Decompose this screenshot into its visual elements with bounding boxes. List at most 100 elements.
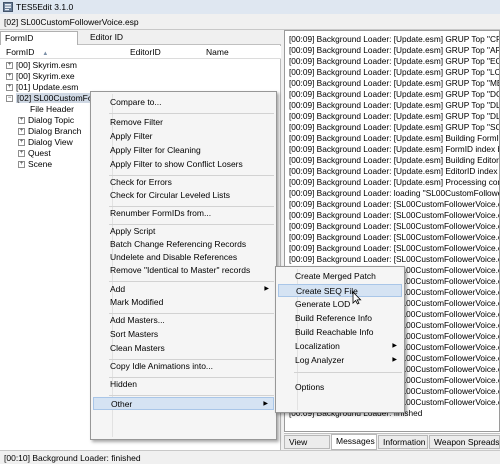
title-bar: TES5Edit 3.1.0 (0, 0, 500, 14)
menu-log-analyzer-label: Log Analyzer (295, 355, 345, 365)
tree-item-dialog-branch[interactable]: + Dialog Branch (18, 126, 81, 137)
expand-icon[interactable]: + (18, 128, 25, 136)
log-line: [00:09] Background Loader: [SL00CustomFo… (289, 210, 500, 220)
menu-hidden[interactable]: Hidden (93, 378, 274, 391)
log-line: [00:09] Background Loader: [SL00CustomFo… (289, 254, 500, 264)
tab-information[interactable]: Information (378, 435, 428, 449)
menu-options[interactable]: Options (278, 381, 402, 394)
tree-item-label: [00] Skyrim.exe (16, 71, 75, 81)
expand-icon[interactable]: + (18, 139, 25, 147)
menu-check-circular-leveled-lists[interactable]: Check for Circular Leveled Lists (93, 189, 274, 202)
current-file-label: [02] SL00CustomFollowerVoice.esp (4, 16, 139, 27)
log-line: [00:09] Background Loader: [SL00CustomFo… (289, 232, 500, 242)
context-menu: Compare to... Remove Filter Apply Filter… (90, 91, 277, 440)
tree-item-label: Scene (28, 159, 53, 169)
menu-build-reachable-info[interactable]: Build Reachable Info (278, 326, 402, 339)
log-line: [00:09] Background Loader: [Update.esm] … (289, 34, 500, 44)
collapse-icon[interactable]: − (6, 95, 13, 103)
tree-item-skyrim-esm[interactable]: + [00] Skyrim.esm (6, 60, 77, 71)
expand-icon[interactable]: + (18, 150, 25, 158)
tree-item-skyrim-exe[interactable]: + [00] Skyrim.exe (6, 71, 75, 82)
menu-separator (109, 113, 274, 114)
other-submenu: Create Merged Patch Create SEQ File Gene… (275, 266, 405, 413)
tree-item-label: [00] Skyrim.esm (16, 60, 77, 70)
menu-batch-change-references[interactable]: Batch Change Referencing Records (93, 238, 274, 251)
column-name[interactable]: Name (206, 47, 229, 58)
menu-separator (294, 372, 402, 373)
menu-apply-filter-conflict-losers[interactable]: Apply Filter to show Conflict Losers (93, 158, 274, 171)
expand-icon[interactable]: + (6, 62, 13, 70)
tree-item-label: File Header (30, 104, 74, 114)
menu-localization-label: Localization (295, 341, 340, 351)
status-bar: [00:10] Background Loader: finished (0, 450, 500, 464)
tree-item-scene[interactable]: + Scene (18, 159, 52, 170)
log-line: [00:09] Background Loader: [Update.esm] … (289, 133, 499, 143)
tree-item-label: [01] Update.esm (16, 82, 79, 92)
expand-icon[interactable]: + (18, 161, 25, 169)
column-editorid[interactable]: EditorID (130, 47, 161, 58)
log-line: [00:09] Background Loader: [Update.esm] … (289, 89, 500, 99)
tab-messages[interactable]: Messages (331, 434, 377, 450)
menu-create-seq-file[interactable]: Create SEQ File (278, 284, 402, 297)
tree-item-label: Dialog View (28, 137, 73, 147)
expand-icon[interactable]: + (6, 73, 13, 81)
menu-create-merged-patch[interactable]: Create Merged Patch (278, 270, 402, 283)
tree-item-dialog-view[interactable]: + Dialog View (18, 137, 73, 148)
menu-compare-to[interactable]: Compare to... (93, 96, 274, 109)
log-line: [00:09] Background Loader: [Update.esm] … (289, 56, 500, 66)
tab-weapon-spreadsheet[interactable]: Weapon Spreadsheet (429, 435, 500, 449)
log-line: [00:09] Background Loader: [SL00CustomFo… (289, 221, 500, 231)
menu-apply-filter[interactable]: Apply Filter (93, 130, 274, 143)
menu-apply-script[interactable]: Apply Script (93, 225, 274, 238)
menu-undelete-disable-references[interactable]: Undelete and Disable References (93, 251, 274, 264)
status-text: [00:10] Background Loader: finished (4, 452, 141, 463)
bottom-tab-strip: View Messages Information Weapon Spreads… (284, 433, 500, 450)
log-line: [00:09] Background Loader: [Update.esm] … (289, 45, 500, 55)
submenu-arrow-icon: ▶ (392, 343, 397, 349)
tab-editor-id[interactable]: Editor ID (86, 31, 146, 45)
tree-item-quest[interactable]: + Quest (18, 148, 51, 159)
tree-column-header: FormID ▲ EditorID Name (0, 46, 281, 59)
log-line: [00:09] Background Loader: [Update.esm] … (289, 67, 500, 77)
sort-ascending-icon: ▲ (42, 51, 49, 57)
menu-separator (109, 395, 274, 396)
menu-copy-idle-animations[interactable]: Copy Idle Animations into... (93, 360, 274, 373)
menu-log-analyzer[interactable]: Log Analyzer ▶ (278, 354, 402, 367)
log-line: [00:09] Background Loader: [Update.esm] … (289, 166, 500, 176)
menu-sort-masters[interactable]: Sort Masters (93, 328, 274, 341)
mouse-cursor-icon (352, 291, 362, 305)
tree-item-file-header[interactable]: File Header (30, 104, 74, 115)
menu-localization[interactable]: Localization ▶ (278, 340, 402, 353)
submenu-arrow-icon: ▶ (392, 357, 397, 363)
menu-remove-identical-to-master[interactable]: Remove "Identical to Master" records (93, 264, 274, 277)
menu-mark-modified[interactable]: Mark Modified (93, 296, 274, 309)
tab-view[interactable]: View (284, 435, 330, 449)
left-tab-strip: FormID Editor ID (0, 30, 281, 45)
menu-separator (109, 281, 274, 282)
menu-generate-lod[interactable]: Generate LOD (278, 298, 402, 311)
expand-icon[interactable]: + (6, 84, 13, 92)
tree-item-update-esm[interactable]: + [01] Update.esm (6, 82, 78, 93)
menu-apply-filter-cleaning[interactable]: Apply Filter for Cleaning (93, 144, 274, 157)
menu-add-masters[interactable]: Add Masters... (93, 314, 274, 327)
menu-other[interactable]: Other ▶ (93, 397, 274, 410)
menu-add[interactable]: Add ▶ (93, 283, 274, 296)
menu-other-label: Other (111, 399, 133, 409)
log-line: [00:09] Background Loader: [Update.esm] … (289, 111, 500, 121)
log-line: [00:09] Background Loader: [Update.esm] … (289, 78, 500, 88)
current-file-bar: [02] SL00CustomFollowerVoice.esp (0, 14, 500, 30)
column-formid[interactable]: FormID ▲ (6, 47, 48, 60)
log-line: [00:09] Background Loader: [Update.esm] … (289, 177, 500, 187)
menu-renumber-formids[interactable]: Renumber FormIDs from... (93, 207, 274, 220)
tree-item-dialog-topic[interactable]: + Dialog Topic (18, 115, 74, 126)
menu-build-reference-info[interactable]: Build Reference Info (278, 312, 402, 325)
menu-remove-filter[interactable]: Remove Filter (93, 116, 274, 129)
log-line: [00:09] Background Loader: loading "SL00… (289, 188, 500, 198)
tree-item-label: Dialog Topic (28, 115, 75, 125)
tree-item-label: Dialog Branch (28, 126, 82, 136)
log-line: [00:09] Background Loader: [Update.esm] … (289, 155, 500, 165)
menu-clean-masters[interactable]: Clean Masters (93, 342, 274, 355)
menu-check-errors[interactable]: Check for Errors (93, 176, 274, 189)
tab-formid[interactable]: FormID (0, 31, 78, 45)
expand-icon[interactable]: + (18, 117, 25, 125)
